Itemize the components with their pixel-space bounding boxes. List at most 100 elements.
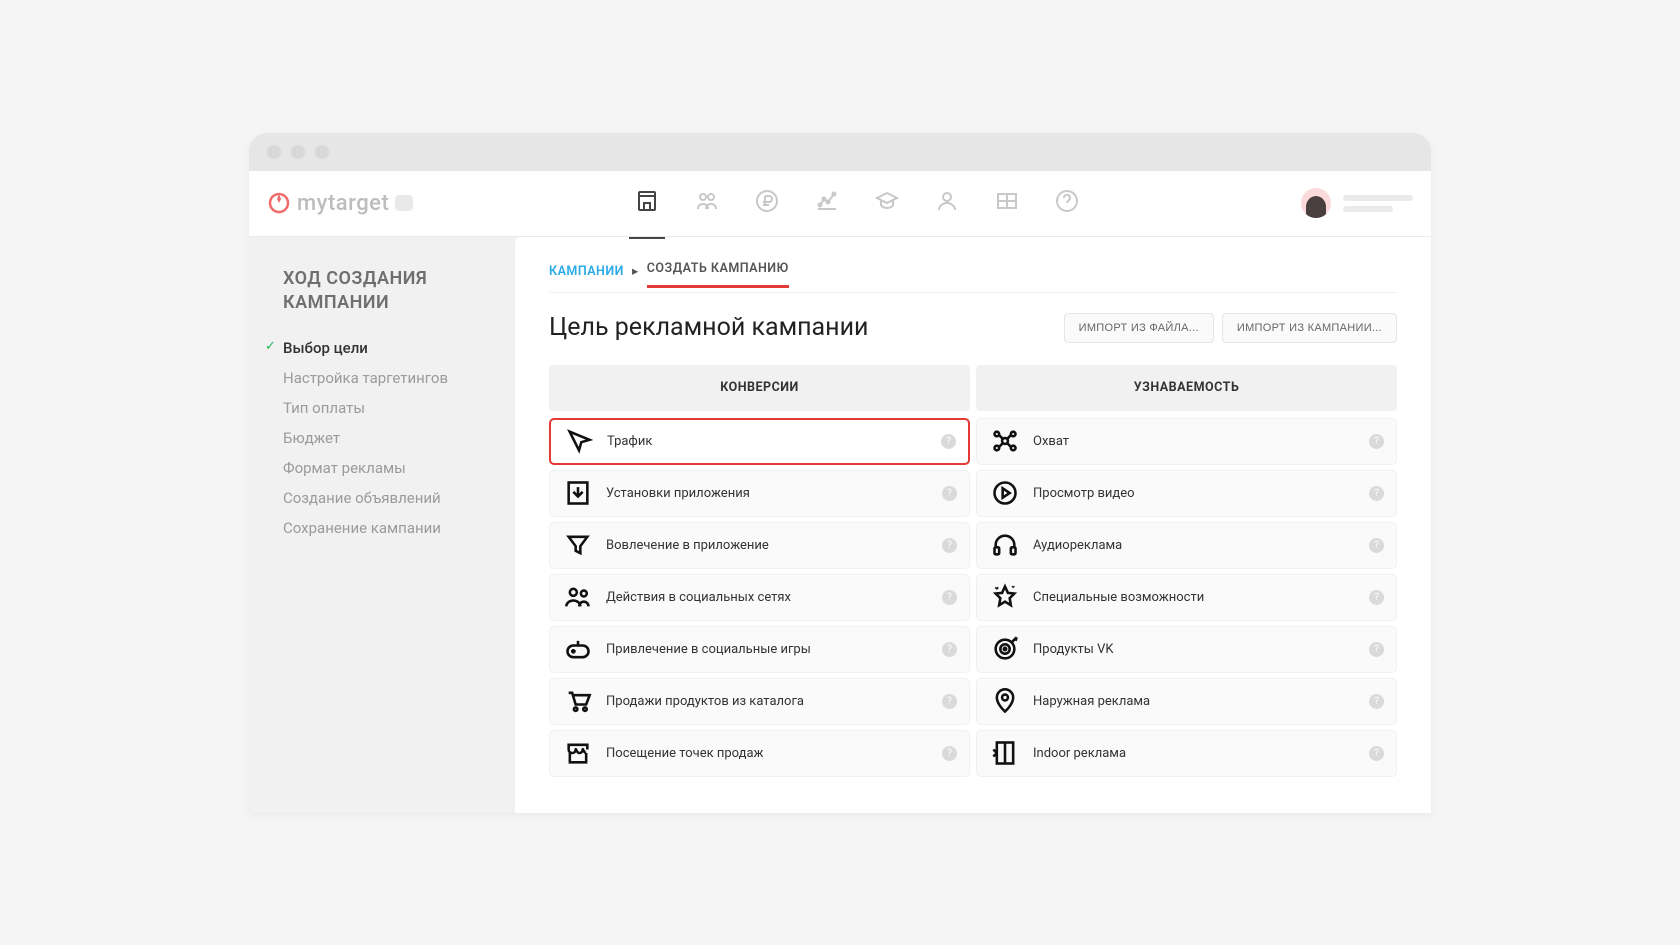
help-icon[interactable]: ?	[1369, 538, 1384, 553]
goal-label: Специальные возможности	[1033, 590, 1204, 605]
goal-label: Охват	[1033, 434, 1069, 449]
divider	[549, 292, 1397, 293]
help-icon[interactable]: ?	[942, 538, 957, 553]
page-title: Цель рекламной кампании	[549, 313, 868, 342]
goal-label: Наружная реклама	[1033, 694, 1150, 709]
help-icon[interactable]: ?	[942, 642, 957, 657]
goal-card-conversions-6[interactable]: Посещение точек продаж?	[549, 730, 970, 777]
topnav	[413, 189, 1301, 217]
breadcrumb: КАМПАНИИ ▸ СОЗДАТЬ КАМПАНИЮ	[549, 261, 1397, 282]
headphones-icon	[991, 531, 1019, 559]
goal-label: Аудиореклама	[1033, 538, 1122, 553]
logo-text: mytarget	[297, 191, 389, 216]
nav-profile-icon[interactable]	[935, 189, 959, 217]
goal-card-conversions-3[interactable]: Действия в социальных сетях?	[549, 574, 970, 621]
help-icon[interactable]: ?	[1369, 590, 1384, 605]
sidebar-item-4[interactable]: Формат рекламы	[265, 453, 499, 483]
goal-card-awareness-6[interactable]: Indoor реклама?	[976, 730, 1397, 777]
help-icon[interactable]: ?	[942, 746, 957, 761]
help-icon[interactable]: ?	[941, 434, 956, 449]
goal-card-awareness-4[interactable]: Продукты VK?	[976, 626, 1397, 673]
play-icon	[991, 479, 1019, 507]
goal-card-awareness-3[interactable]: Специальные возможности?	[976, 574, 1397, 621]
chrome-dot	[315, 145, 329, 159]
user-menu[interactable]	[1301, 188, 1413, 218]
logo[interactable]: mytarget	[267, 191, 413, 216]
cursor-icon	[565, 427, 593, 455]
chrome-dot	[267, 145, 281, 159]
import-from-campaign-button[interactable]: ИМПОРТ ИЗ КАМПАНИИ...	[1222, 313, 1397, 343]
goal-card-conversions-4[interactable]: Привлечение в социальные игры?	[549, 626, 970, 673]
goal-label: Продажи продуктов из каталога	[606, 694, 804, 709]
goal-label: Посещение точек продаж	[606, 746, 764, 761]
goal-label: Indoor реклама	[1033, 746, 1126, 761]
logo-icon	[267, 191, 291, 215]
sidebar: ХОД СОЗДАНИЯ КАМПАНИИ Выбор целиНастройк…	[249, 237, 515, 813]
nav-audience-icon[interactable]	[695, 189, 719, 217]
goal-card-conversions-2[interactable]: Вовлечение в приложение?	[549, 522, 970, 569]
cart-icon	[564, 687, 592, 715]
topbar: mytarget	[249, 171, 1431, 237]
help-icon[interactable]: ?	[942, 486, 957, 501]
nav-grid-icon[interactable]	[995, 189, 1019, 217]
funnel-icon	[564, 531, 592, 559]
sidebar-item-3[interactable]: Бюджет	[265, 423, 499, 453]
help-icon[interactable]: ?	[942, 694, 957, 709]
sidebar-item-1[interactable]: Настройка таргетингов	[265, 363, 499, 393]
sidebar-item-6[interactable]: Сохранение кампании	[265, 513, 499, 543]
chrome-dot	[291, 145, 305, 159]
nav-campaigns-icon[interactable]	[635, 189, 659, 217]
column-header-awareness: УЗНАВАЕМОСТЬ	[976, 365, 1397, 411]
help-icon[interactable]: ?	[1369, 642, 1384, 657]
star-icon	[991, 583, 1019, 611]
goal-label: Трафик	[607, 434, 652, 449]
nav-billing-icon[interactable]	[755, 189, 779, 217]
breadcrumb-link[interactable]: КАМПАНИИ	[549, 264, 624, 279]
goal-column-conversions: КОНВЕРСИИ Трафик?Установки приложения?Во…	[549, 365, 970, 777]
goal-label: Действия в социальных сетях	[606, 590, 791, 605]
breadcrumb-current: СОЗДАТЬ КАМПАНИЮ	[647, 261, 789, 282]
sidebar-title: ХОД СОЗДАНИЯ КАМПАНИИ	[265, 267, 499, 316]
pin-icon	[991, 687, 1019, 715]
goal-label: Установки приложения	[606, 486, 750, 501]
goal-label: Продукты VK	[1033, 642, 1114, 657]
goal-column-awareness: УЗНАВАЕМОСТЬ Охват?Просмотр видео?Аудиор…	[976, 365, 1397, 777]
avatar	[1301, 188, 1331, 218]
vk-badge-icon	[395, 195, 413, 211]
nav-stats-icon[interactable]	[815, 189, 839, 217]
sidebar-item-2[interactable]: Тип оплаты	[265, 393, 499, 423]
goal-card-awareness-2[interactable]: Аудиореклама?	[976, 522, 1397, 569]
chevron-right-icon: ▸	[632, 263, 639, 279]
goal-card-conversions-5[interactable]: Продажи продуктов из каталога?	[549, 678, 970, 725]
help-icon[interactable]: ?	[1369, 746, 1384, 761]
goal-label: Вовлечение в приложение	[606, 538, 769, 553]
goal-label: Просмотр видео	[1033, 486, 1135, 501]
download-icon	[564, 479, 592, 507]
goal-label: Привлечение в социальные игры	[606, 642, 811, 657]
help-icon[interactable]: ?	[1369, 694, 1384, 709]
user-meta	[1343, 195, 1413, 212]
people-icon	[564, 583, 592, 611]
goal-card-awareness-5[interactable]: Наружная реклама?	[976, 678, 1397, 725]
goal-card-awareness-1[interactable]: Просмотр видео?	[976, 470, 1397, 517]
help-icon[interactable]: ?	[1369, 486, 1384, 501]
gamepad-icon	[564, 635, 592, 663]
store-icon	[564, 739, 592, 767]
goal-card-conversions-0[interactable]: Трафик?	[549, 418, 970, 465]
network-icon	[991, 427, 1019, 455]
help-icon[interactable]: ?	[942, 590, 957, 605]
browser-chrome	[249, 133, 1431, 171]
column-header-conversions: КОНВЕРСИИ	[549, 365, 970, 411]
door-icon	[991, 739, 1019, 767]
nav-help-icon[interactable]	[1055, 189, 1079, 217]
browser-window: mytarget	[249, 133, 1431, 813]
target-icon	[991, 635, 1019, 663]
goal-card-awareness-0[interactable]: Охват?	[976, 418, 1397, 465]
sidebar-item-5[interactable]: Создание объявлений	[265, 483, 499, 513]
nav-edu-icon[interactable]	[875, 189, 899, 217]
help-icon[interactable]: ?	[1369, 434, 1384, 449]
goal-card-conversions-1[interactable]: Установки приложения?	[549, 470, 970, 517]
main-panel: КАМПАНИИ ▸ СОЗДАТЬ КАМПАНИЮ Цель рекламн…	[515, 237, 1431, 813]
import-from-file-button[interactable]: ИМПОРТ ИЗ ФАЙЛА...	[1064, 313, 1214, 343]
sidebar-item-0[interactable]: Выбор цели	[265, 333, 499, 363]
